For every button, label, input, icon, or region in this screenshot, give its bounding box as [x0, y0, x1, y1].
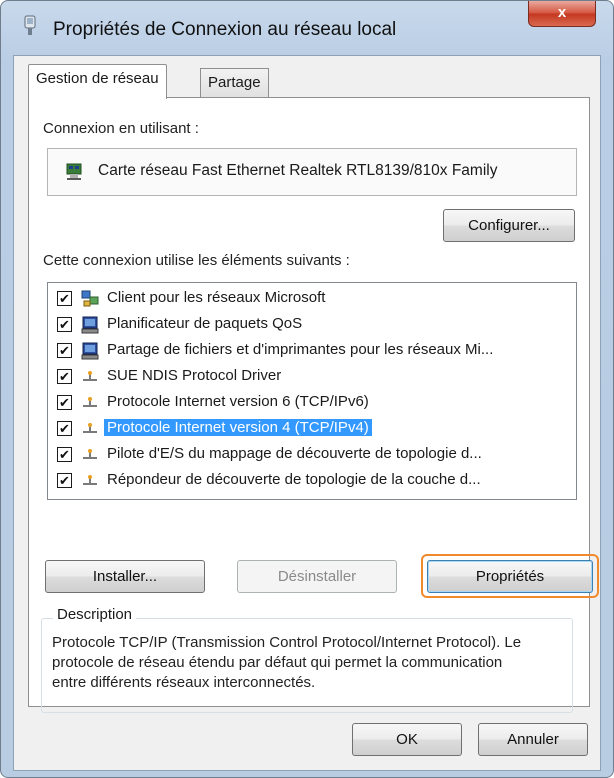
list-item[interactable]: ✔ Partage de fichiers et d'imprimantes p… [48, 338, 576, 364]
checkbox[interactable]: ✔ [57, 343, 72, 358]
description-group: Protocole TCP/IP (Transmission Control P… [41, 618, 573, 713]
protocol-icon [83, 397, 97, 407]
install-button[interactable]: Installer... [45, 560, 205, 593]
list-item[interactable]: ✔ Répondeur de découverte de topologie d… [48, 468, 576, 494]
description-legend: Description [53, 606, 137, 623]
dialog-body: Gestion de réseau Partage Connexion en u… [13, 55, 601, 771]
list-item[interactable]: ✔ Planificateur de paquets QoS [48, 312, 576, 338]
ok-button[interactable]: OK [352, 723, 462, 756]
protocol-icon [83, 423, 97, 433]
checkbox[interactable]: ✔ [57, 317, 72, 332]
checkbox[interactable]: ✔ [57, 395, 72, 410]
item-label: SUE NDIS Protocol Driver [107, 367, 282, 384]
connection-label: Connexion en utilisant : [43, 120, 199, 137]
components-label: Cette connexion utilise les éléments sui… [43, 252, 350, 269]
cancel-button[interactable]: Annuler [478, 723, 588, 756]
computer-service-icon [81, 316, 99, 334]
adapter-name: Carte réseau Fast Ethernet Realtek RTL81… [98, 162, 498, 179]
configure-button[interactable]: Configurer... [443, 209, 575, 242]
checkbox[interactable]: ✔ [57, 473, 72, 488]
checkbox[interactable]: ✔ [57, 421, 72, 436]
list-item[interactable]: ✔ Pilote d'E/S du mappage de découverte … [48, 442, 576, 468]
description-text: Protocole TCP/IP (Transmission Control P… [52, 634, 522, 691]
window-title: Propriétés de Connexion au réseau local [53, 19, 397, 40]
protocol-icon [83, 371, 97, 381]
item-label: Client pour les réseaux Microsoft [107, 289, 326, 306]
item-label: Partage de fichiers et d'imprimantes pou… [107, 341, 494, 358]
close-button[interactable]: x [528, 1, 596, 27]
protocol-icon [83, 449, 97, 459]
components-list[interactable]: ✔ Client pour les réseaux Microsoft ✔ Pl… [47, 282, 577, 500]
item-label: Planificateur de paquets QoS [107, 315, 303, 332]
tab-partage[interactable]: Partage [200, 68, 269, 98]
computer-service-icon [81, 342, 99, 360]
tab-panel: Connexion en utilisant : Carte réseau Fa… [28, 97, 599, 713]
list-item[interactable]: ✔ Client pour les réseaux Microsoft [48, 286, 576, 312]
item-label: Protocole Internet version 6 (TCP/IPv6) [107, 393, 369, 410]
network-card-icon [66, 163, 82, 180]
protocol-icon [83, 475, 97, 485]
list-item-selected[interactable]: ✔ Protocole Internet version 4 (TCP/IPv4… [48, 416, 576, 442]
tab-gestion-de-reseau[interactable]: Gestion de réseau [28, 64, 167, 99]
checkbox[interactable]: ✔ [57, 447, 72, 462]
item-label: Protocole Internet version 4 (TCP/IPv4) [104, 419, 372, 436]
uninstall-button[interactable]: Désinstaller [237, 560, 397, 593]
network-client-icon [81, 290, 99, 307]
title-bar[interactable]: Propriétés de Connexion au réseau local … [1, 1, 613, 55]
properties-button[interactable]: Propriétés [427, 560, 593, 593]
checkbox[interactable]: ✔ [57, 369, 72, 384]
list-item[interactable]: ✔ Protocole Internet version 6 (TCP/IPv6… [48, 390, 576, 416]
checkbox[interactable]: ✔ [57, 291, 72, 306]
dialog-window: Propriétés de Connexion au réseau local … [0, 0, 614, 778]
network-adapter-icon [24, 15, 36, 35]
adapter-field: Carte réseau Fast Ethernet Realtek RTL81… [47, 148, 577, 196]
item-label: Répondeur de découverte de topologie de … [107, 471, 481, 488]
list-item[interactable]: ✔ SUE NDIS Protocol Driver [48, 364, 576, 390]
item-label: Pilote d'E/S du mappage de découverte de… [107, 445, 482, 462]
